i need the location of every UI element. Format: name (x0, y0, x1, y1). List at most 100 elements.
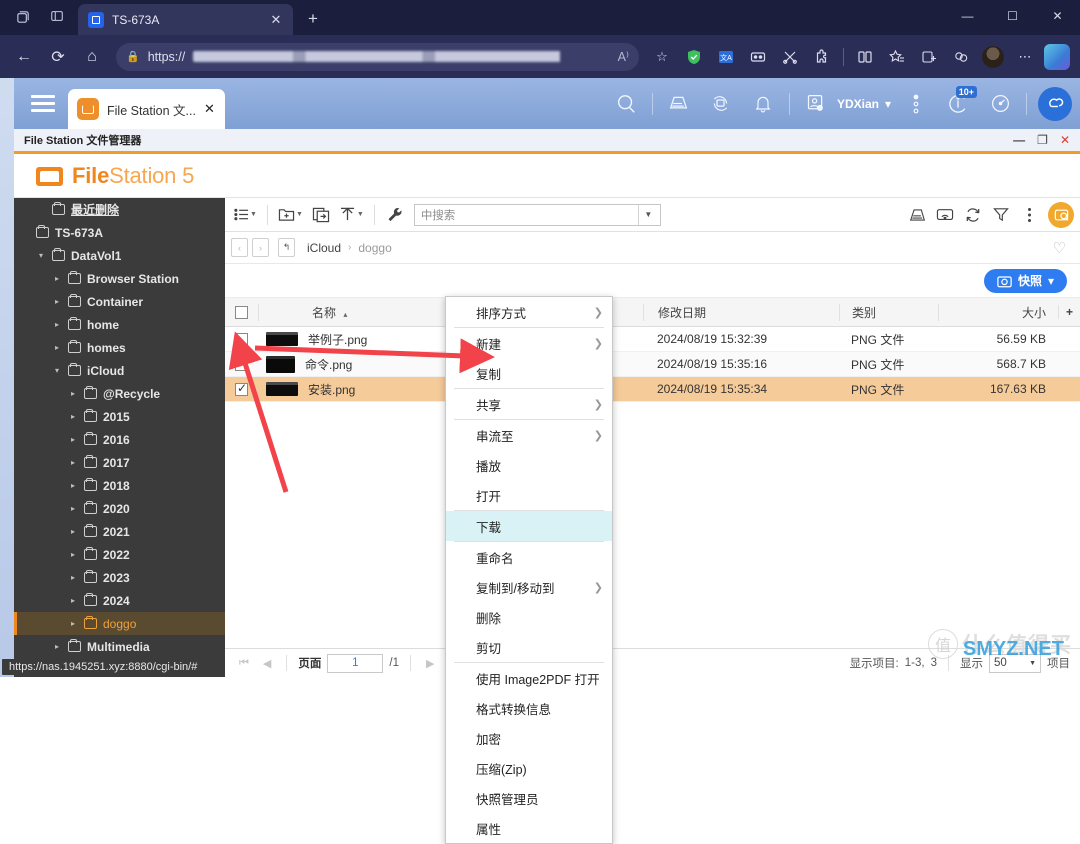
chevron-right-icon[interactable]: ▸ (68, 619, 78, 628)
split-screen-icon[interactable] (850, 42, 880, 72)
sidebar-item-2024[interactable]: ▸2024 (14, 589, 225, 612)
external-device-icon[interactable] (700, 82, 742, 126)
search-dropdown-icon[interactable]: ▼ (638, 205, 658, 225)
table-row[interactable]: 安装.png2024/08/19 15:35:34PNG 文件167.63 KB (225, 377, 1080, 402)
chevron-right-icon[interactable]: ▸ (68, 596, 78, 605)
chevron-right-icon[interactable]: ▸ (52, 274, 62, 283)
mycloudnas-icon[interactable] (1038, 87, 1072, 121)
window-close-button[interactable]: ✕ (1035, 0, 1080, 32)
remote-mount-icon[interactable] (1048, 202, 1074, 228)
snapshot-button[interactable]: 快照 ▾ (984, 269, 1067, 293)
profile-avatar[interactable] (978, 42, 1008, 72)
chevron-right-icon[interactable]: ▸ (68, 412, 78, 421)
sidebar-item-multimedia[interactable]: ▸Multimedia (14, 635, 225, 658)
favorite-heart-icon[interactable]: ♡ (1053, 239, 1074, 257)
menu-item-使用 Image2PDF 打开[interactable]: 使用 Image2PDF 打开 (446, 663, 612, 693)
row-checkbox[interactable] (225, 333, 258, 346)
background-tasks-icon[interactable] (658, 82, 700, 126)
browser-tab-ts673a[interactable]: TS-673A ✕ (78, 4, 293, 35)
prev-page-icon[interactable]: ◀ (259, 657, 275, 670)
new-tab-button[interactable]: + (299, 5, 327, 33)
tab-close-icon[interactable]: ✕ (267, 11, 285, 29)
reading-mode-icon[interactable] (743, 42, 773, 72)
read-aloud-icon[interactable]: A⁾ (618, 49, 629, 64)
upload-icon[interactable]: ▼ (336, 202, 367, 228)
menu-item-串流至[interactable]: 串流至❯ (446, 420, 612, 450)
qts-tab-file-station[interactable]: File Station 文... ✕ (68, 89, 225, 129)
browser-essentials-icon[interactable] (946, 42, 976, 72)
sidebar-item-2021[interactable]: ▸2021 (14, 520, 225, 543)
search-input[interactable]: 中搜索 ▼ (414, 204, 661, 226)
home-icon[interactable]: ⌂ (76, 41, 108, 73)
sidebar-tree[interactable]: 最近删除TS-673A▾DataVol1▸Browser Station▸Con… (14, 198, 225, 677)
collections-icon[interactable] (914, 42, 944, 72)
menu-item-快照管理员[interactable]: 快照管理员 (446, 783, 612, 813)
chevron-right-icon[interactable]: ▸ (68, 435, 78, 444)
menu-item-共享[interactable]: 共享❯ (446, 389, 612, 419)
sidebar-item-ts-673a[interactable]: TS-673A (14, 221, 225, 244)
chevron-right-icon[interactable]: ▸ (68, 550, 78, 559)
app-close-button[interactable]: ✕ (1060, 133, 1070, 147)
context-menu[interactable]: 排序方式❯新建❯复制共享❯串流至❯播放打开下载重命名复制到/移动到❯删除剪切使用… (445, 296, 613, 844)
sidebar-item--recycle[interactable]: ▸@Recycle (14, 382, 225, 405)
row-checkbox[interactable] (225, 383, 258, 396)
sidebar-item-2020[interactable]: ▸2020 (14, 497, 225, 520)
copy-to-icon[interactable] (308, 202, 334, 228)
first-page-icon[interactable]: ⏮ (235, 657, 253, 670)
chevron-down-icon[interactable]: ▼ (250, 211, 257, 218)
settings-wrench-icon[interactable] (382, 202, 408, 228)
menu-item-排序方式[interactable]: 排序方式❯ (446, 297, 612, 327)
new-folder-icon[interactable]: ▼ (275, 202, 306, 228)
chevron-right-icon[interactable]: ▸ (68, 481, 78, 490)
menu-item-格式转换信息[interactable]: 格式转换信息 (446, 693, 612, 723)
search-icon[interactable] (605, 82, 647, 126)
extensions-icon[interactable] (807, 42, 837, 72)
sidebar-item-2023[interactable]: ▸2023 (14, 566, 225, 589)
filter-icon[interactable] (988, 202, 1014, 228)
nav-forward-icon[interactable]: › (252, 238, 269, 257)
reload-icon[interactable]: ⟳ (42, 41, 74, 73)
chevron-right-icon[interactable]: ▸ (68, 573, 78, 582)
shield-icon[interactable] (679, 42, 709, 72)
sidebar-item-doggo[interactable]: ▸doggo (14, 612, 225, 635)
chevron-down-icon[interactable]: ▼ (357, 211, 364, 218)
screenshot-scissors-icon[interactable] (775, 42, 805, 72)
menu-item-新建[interactable]: 新建❯ (446, 328, 612, 358)
breadcrumb-root[interactable]: iCloud (307, 241, 341, 255)
page-number-input[interactable]: 1 (327, 654, 383, 673)
menu-item-删除[interactable]: 删除 (446, 602, 612, 632)
cast-icon[interactable] (932, 202, 958, 228)
row-checkbox[interactable] (225, 358, 258, 371)
file-list-body[interactable]: 举例子.png2024/08/19 15:32:39PNG 文件56.59 KB… (225, 327, 1080, 648)
next-page-icon[interactable]: ▶ (422, 657, 438, 670)
workspaces-icon[interactable] (8, 2, 38, 30)
sidebar-item-datavol1[interactable]: ▾DataVol1 (14, 244, 225, 267)
sidebar-item--[interactable]: 最近删除 (14, 198, 225, 221)
menu-item-下载[interactable]: 下载 (446, 511, 612, 541)
chevron-right-icon[interactable]: ▸ (52, 297, 62, 306)
column-header-size[interactable]: 大小 (938, 304, 1058, 321)
window-maximize-button[interactable]: ☐ (990, 0, 1035, 32)
chevron-down-icon[interactable]: ▾ (52, 366, 62, 375)
back-icon[interactable]: ← (8, 41, 40, 73)
resource-monitor-icon[interactable] (979, 82, 1021, 126)
sidebar-item-icloud[interactable]: ▾iCloud (14, 359, 225, 382)
sidebar-item-homes[interactable]: ▸homes (14, 336, 225, 359)
chevron-right-icon[interactable]: ▸ (68, 504, 78, 513)
column-header-type[interactable]: 类别 (839, 304, 938, 321)
sidebar-item-2018[interactable]: ▸2018 (14, 474, 225, 497)
favorite-star-icon[interactable]: ☆ (647, 42, 677, 72)
sidebar-item-2017[interactable]: ▸2017 (14, 451, 225, 474)
more-vertical-icon[interactable] (1016, 202, 1042, 228)
username-menu[interactable]: YDXian ▾ (837, 97, 895, 111)
refresh-icon[interactable] (960, 202, 986, 228)
menu-item-压缩(Zip)[interactable]: 压缩(Zip) (446, 753, 612, 783)
user-account-icon[interactable] (795, 82, 837, 126)
view-mode-icon[interactable]: ▼ (231, 202, 260, 228)
sidebar-item-2016[interactable]: ▸2016 (14, 428, 225, 451)
translate-icon[interactable]: 文A (711, 42, 741, 72)
menu-item-播放[interactable]: 播放 (446, 450, 612, 480)
table-row[interactable]: 举例子.png2024/08/19 15:32:39PNG 文件56.59 KB (225, 327, 1080, 352)
tasks-icon[interactable] (904, 202, 930, 228)
main-menu-icon[interactable] (14, 95, 68, 112)
